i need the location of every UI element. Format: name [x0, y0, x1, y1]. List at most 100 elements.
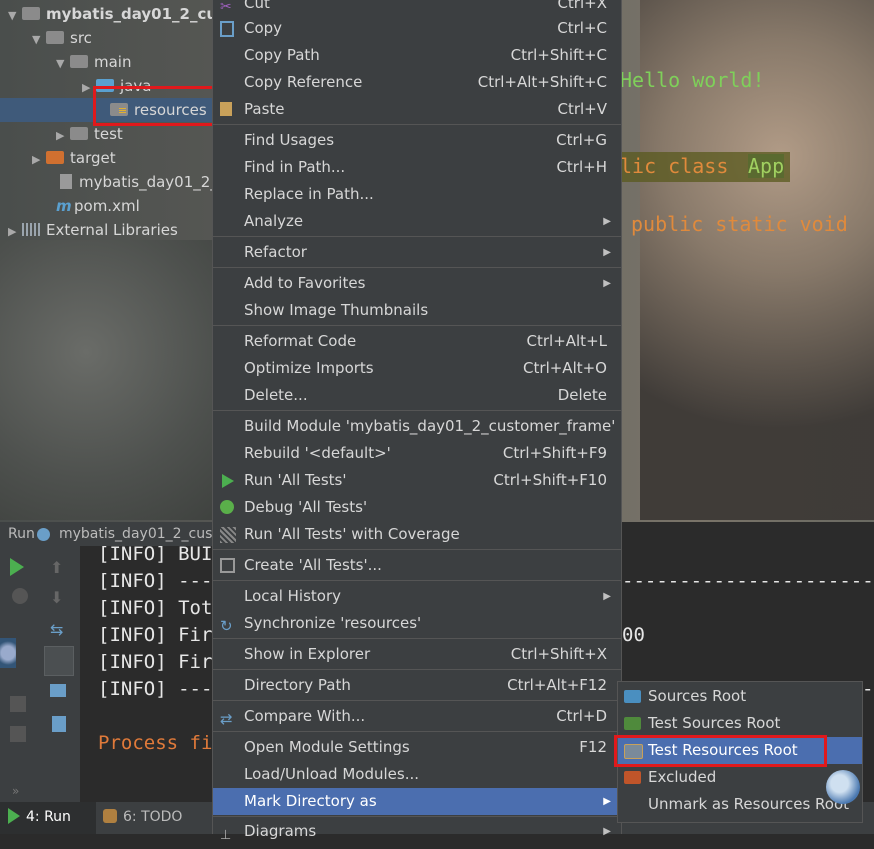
menu-item-label: Find in Path... [244, 158, 346, 176]
menu-item-debug-all-tests[interactable]: Debug 'All Tests' [213, 494, 621, 521]
menu-item-replace-in-path[interactable]: Replace in Path... [213, 181, 621, 208]
menu-separator [213, 124, 621, 125]
menu-item-rebuild[interactable]: Rebuild '<default>' Ctrl+Shift+F9 [213, 440, 621, 467]
menu-item-analyze[interactable]: Analyze ▶ [213, 208, 621, 235]
menu-item-refactor[interactable]: Refactor ▶ [213, 239, 621, 266]
submenu-item-unmark[interactable]: Unmark as Resources Root [618, 791, 862, 818]
tree-item-target[interactable]: ▶ target [0, 146, 212, 170]
tab-run[interactable]: 4: Run [0, 802, 96, 834]
context-menu: ✂ Cut Ctrl+X Copy Ctrl+C Copy Path Ctrl+Shif… [212, 0, 622, 843]
tree-item-src[interactable]: ▼ src [0, 26, 212, 50]
tree-item-label: target [70, 149, 116, 167]
tree-item-label: main [94, 53, 132, 71]
expand-arrow-icon[interactable]: ▶ [56, 124, 70, 148]
menu-item-diagrams[interactable]: ⊥ Diagrams ▶ [213, 818, 621, 845]
collapse-arrow-icon[interactable]: ▼ [56, 52, 70, 76]
submenu-item-label: Sources Root [648, 687, 747, 705]
folder-icon [70, 55, 88, 68]
expand-arrow-icon[interactable]: ▶ [8, 220, 22, 244]
arrow-down-icon[interactable]: ⬇ [50, 588, 72, 610]
print-icon[interactable] [50, 684, 66, 697]
menu-item-label: Mark Directory as [244, 792, 377, 810]
camera-icon[interactable] [10, 696, 26, 712]
tree-item-iml[interactable]: mybatis_day01_2_c [0, 170, 226, 194]
menu-item-show-in-explorer[interactable]: Show in Explorer Ctrl+Shift+X [213, 641, 621, 668]
tree-item-label: mybatis_day01_2_cus [46, 5, 226, 23]
tree-item-label: test [94, 125, 123, 143]
menu-item-shortcut: Ctrl+G [556, 131, 607, 149]
collapse-arrow-icon[interactable]: ▼ [8, 4, 22, 28]
submenu-item-sources-root[interactable]: Sources Root [618, 683, 862, 710]
annotation-box-test-resources-root [614, 735, 827, 767]
expand-arrow-icon[interactable]: ▶ [32, 148, 46, 172]
menu-item-open-module-settings[interactable]: Open Module Settings F12 [213, 734, 621, 761]
submenu-arrow-icon: ▶ [603, 278, 611, 289]
menu-item-find-usages[interactable]: Find Usages Ctrl+G [213, 127, 621, 154]
tree-item-module[interactable]: ▼ mybatis_day01_2_cus [0, 2, 226, 28]
soft-wrap-icon[interactable]: ⇆ [50, 620, 72, 642]
menu-separator [213, 816, 621, 817]
menu-item-paste[interactable]: Paste Ctrl+V [213, 96, 621, 123]
sync-icon: ↻ [220, 617, 233, 635]
exit-icon[interactable] [10, 726, 26, 742]
arrow-up-icon[interactable]: ⬆ [50, 558, 72, 580]
submenu-item-test-sources-root[interactable]: Test Sources Root [618, 710, 862, 737]
menu-item-copy[interactable]: Copy Ctrl+C [213, 15, 621, 42]
tree-item-pom[interactable]: m pom.xml [0, 194, 212, 218]
menu-item-directory-path[interactable]: Directory Path Ctrl+Alt+F12 [213, 672, 621, 699]
menu-item-mark-directory-as[interactable]: Mark Directory as ▶ [213, 788, 621, 815]
console-line: [INFO] BUI [98, 543, 213, 565]
menu-item-load-unload-modules[interactable]: Load/Unload Modules... [213, 761, 621, 788]
menu-item-synchronize[interactable]: ↻ Synchronize 'resources' [213, 610, 621, 637]
menu-item-copy-path[interactable]: Copy Path Ctrl+Shift+C [213, 42, 621, 69]
mascot-icon [826, 770, 860, 804]
file-icon [60, 174, 72, 189]
menu-item-reformat-code[interactable]: Reformat Code Ctrl+Alt+L [213, 328, 621, 355]
menu-item-build-module[interactable]: Build Module 'mybatis_day01_2_customer_f… [213, 413, 621, 440]
run-toolbar: ⬆ ⬇ ⇆ » [0, 546, 81, 802]
menu-item-run-with-coverage[interactable]: Run 'All Tests' with Coverage [213, 521, 621, 548]
tree-item-main[interactable]: ▼ main [0, 50, 212, 74]
menu-separator [213, 580, 621, 581]
submenu-item-label: Test Sources Root [648, 714, 781, 732]
menu-item-show-image-thumbnails[interactable]: Show Image Thumbnails [213, 297, 621, 324]
menu-item-label: Open Module Settings [244, 738, 410, 756]
console-line: [INFO] --- [98, 678, 213, 700]
menu-item-label: Show Image Thumbnails [244, 301, 429, 319]
menu-item-run-all-tests[interactable]: Run 'All Tests' Ctrl+Shift+F10 [213, 467, 621, 494]
menu-item-label: Copy Path [244, 46, 320, 64]
menu-item-shortcut: Ctrl+Alt+L [526, 332, 608, 350]
trash-icon[interactable] [52, 716, 66, 732]
menu-item-delete[interactable]: Delete... Delete [213, 382, 621, 409]
menu-item-optimize-imports[interactable]: Optimize Imports Ctrl+Alt+O [213, 355, 621, 382]
run-panel-title: Run [8, 526, 35, 542]
rerun-icon[interactable] [10, 558, 24, 576]
menu-item-shortcut: Delete [557, 386, 607, 404]
menu-item-shortcut: Ctrl+D [556, 707, 607, 725]
menu-item-add-to-favorites[interactable]: Add to Favorites ▶ [213, 270, 621, 297]
diagram-icon: ⊥ [220, 828, 232, 843]
menu-item-label: Refactor [244, 243, 307, 261]
tree-item-external-libraries[interactable]: ▶ External Libraries [0, 218, 212, 242]
menu-item-label: Add to Favorites [244, 274, 366, 292]
menu-item-find-in-path[interactable]: Find in Path... Ctrl+H [213, 154, 621, 181]
menu-item-copy-reference[interactable]: Copy Reference Ctrl+Alt+Shift+C [213, 69, 621, 96]
menu-item-label: Delete... [244, 386, 308, 404]
menu-item-label: Load/Unload Modules... [244, 765, 420, 783]
stop-icon[interactable] [12, 588, 28, 604]
background-photo-lower [0, 240, 215, 520]
module-icon [22, 7, 40, 20]
copy-icon [220, 21, 234, 37]
menu-item-compare-with[interactable]: ⇄ Compare With... Ctrl+D [213, 703, 621, 730]
tree-item-label: mybatis_day01_2_c [79, 173, 227, 191]
menu-item-label: Copy Reference [244, 73, 363, 91]
tab-todo[interactable]: 6: TODO [95, 802, 190, 834]
menu-item-shortcut: Ctrl+Shift+C [510, 46, 607, 64]
menu-item-label: Optimize Imports [244, 359, 374, 377]
menu-item-create-all-tests[interactable]: Create 'All Tests'... [213, 552, 621, 579]
todo-icon [103, 809, 117, 823]
scroll-to-end-icon[interactable] [44, 646, 74, 676]
collapse-arrow-icon[interactable]: ▼ [32, 28, 46, 52]
menu-item-local-history[interactable]: Local History ▶ [213, 583, 621, 610]
